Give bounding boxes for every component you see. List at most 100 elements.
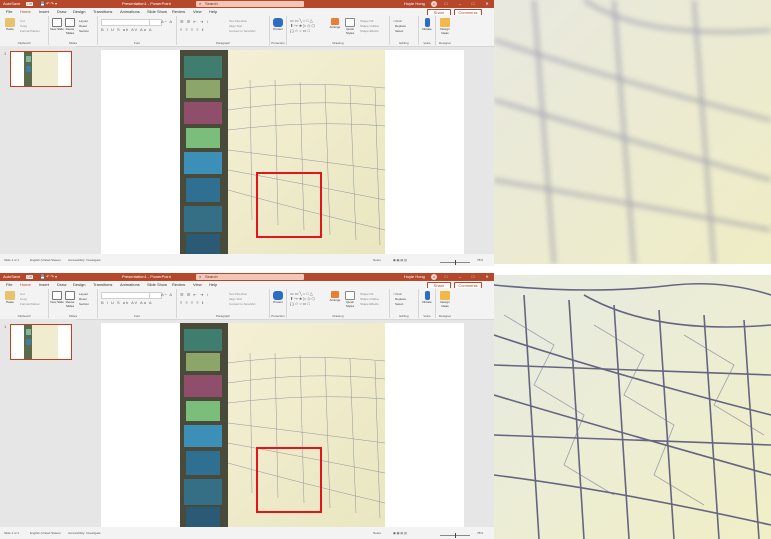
smartart-button[interactable]: Convert to SmartArt [229,29,256,33]
quick-access-icons[interactable]: 💾 ↶ ↷ ▾ [40,274,57,280]
smartart-button[interactable]: Convert to SmartArt [229,302,256,306]
reset-button[interactable]: Reset [79,24,87,28]
search-box[interactable]: ⌕ Search [196,274,304,280]
font-format-buttons[interactable]: B I U S ab AV Aa A [101,27,153,32]
paste-button[interactable]: Paste [3,291,17,311]
ribbon-display-icon[interactable]: □ [441,0,451,8]
zoomed-crop-bottom [494,275,771,539]
clipboard-group: Paste Cut Copy Format Painter Clipboard [0,16,49,45]
shape-effects-button[interactable]: Shape Effects [360,29,379,33]
close-icon[interactable]: ✕ [482,0,492,8]
design-ideas-button[interactable]: Design Ideas [438,18,452,38]
section-button[interactable]: Section [79,29,89,33]
layout-button[interactable]: Layout [79,292,88,296]
dictate-button[interactable]: Dictate [420,291,434,311]
language-status[interactable]: English (United States) [30,257,61,263]
find-label: Find [395,19,402,23]
maximize-icon[interactable]: □ [468,273,478,281]
user-name: Hoyle Hong [404,1,425,6]
arrange-button[interactable]: Arrange [328,291,342,311]
minimize-icon[interactable]: – [455,0,465,8]
cut-button[interactable]: Cut [20,19,25,23]
find-button[interactable]: ⌕ Find [393,19,401,23]
copy-button[interactable]: Copy [20,24,27,28]
reuse-slides-button[interactable]: Reuse Slides [63,18,77,38]
avatar[interactable]: H [431,274,437,280]
close-icon[interactable]: ✕ [482,273,492,281]
design-ideas-button[interactable]: Design Ideas [438,291,452,311]
font-size-buttons[interactable]: A^ A [161,19,173,24]
maximize-icon[interactable]: □ [468,0,478,8]
new-slide-button[interactable]: New Slide [50,291,64,311]
layout-button[interactable]: Layout [79,19,88,23]
font-format-buttons[interactable]: B I U S ab AV Aa A [101,300,153,305]
list-buttons[interactable]: ☰ ☰ ⇤ ⇥ ↕ [180,19,209,24]
arrange-button[interactable]: Arrange [328,18,342,38]
zoom-thumb[interactable] [455,260,456,265]
list-buttons[interactable]: ☰ ☰ ⇤ ⇥ ↕ [180,292,209,297]
copy-button[interactable]: Copy [20,297,27,301]
find-button[interactable]: ⌕ Find [393,292,401,296]
quick-styles-button[interactable]: Quick Styles [343,291,357,311]
protect-button[interactable]: Protect [271,18,285,38]
language-status[interactable]: English (United States) [30,530,61,536]
font-size-buttons[interactable]: A^ A [161,292,173,297]
section-button[interactable]: Section [79,302,89,306]
autosave-label[interactable]: AutoSave [3,1,20,7]
slide-thumbnail[interactable] [10,51,72,87]
protect-button[interactable]: Protect [271,291,285,311]
new-slide-button[interactable]: New Slide [50,18,64,38]
view-buttons[interactable]: ▣ ▦ ▤ ▥ [393,257,407,263]
accessibility-status[interactable]: Accessibility: Investigate [68,257,101,263]
select-button[interactable]: Select [395,302,403,306]
quick-styles-button[interactable]: Quick Styles [343,18,357,38]
quick-access-icons[interactable]: 💾 ↶ ↷ ▾ [40,1,57,7]
accessibility-status[interactable]: Accessibility: Investigate [68,530,101,536]
cut-button[interactable]: Cut [20,292,25,296]
align-text-button[interactable]: Align Text [229,297,242,301]
view-buttons[interactable]: ▣ ▦ ▤ ▥ [393,530,407,536]
notes-button[interactable]: Notes [373,530,381,536]
avatar[interactable]: H [431,1,437,7]
align-text-button[interactable]: Align Text [229,24,242,28]
zoom-thumb[interactable] [455,533,456,538]
text-direction-button[interactable]: Text Direction [229,19,247,23]
select-button[interactable]: Select [395,29,403,33]
ribbon-display-icon[interactable]: □ [441,273,451,281]
format-painter-button[interactable]: Format Painter [20,29,40,33]
shapes-gallery-icon[interactable]: ▭▭╲○□△ ⬆↪★▷◇⬡ {}☆○▭□ [290,291,324,309]
shape-fill-button[interactable]: Shape Fill [360,19,373,23]
autosave-label[interactable]: AutoSave [3,274,20,280]
zoom-level[interactable]: 78% [477,257,483,263]
shape-effects-button[interactable]: Shape Effects [360,302,379,306]
zoom-level[interactable]: 78% [477,530,483,536]
font-name-box[interactable] [101,292,150,299]
title-bar: AutoSave Off 💾 ↶ ↷ ▾ Presentation1 - Pow… [0,0,494,8]
reset-button[interactable]: Reset [79,297,87,301]
text-direction-button[interactable]: Text Direction [229,292,247,296]
minimize-icon[interactable]: – [455,273,465,281]
autosave-state[interactable]: Off [26,275,34,279]
replace-button[interactable]: Replace [395,24,406,28]
align-buttons[interactable]: ≡ ≡ ≡ ≡ ‖ [180,27,204,32]
align-buttons[interactable]: ≡ ≡ ≡ ≡ ‖ [180,300,204,305]
autosave-state[interactable]: Off [26,2,34,6]
shape-fill-button[interactable]: Shape Fill [360,292,373,296]
search-box[interactable]: ⌕ Search [196,1,304,7]
dictate-button[interactable]: Dictate [420,18,434,38]
thumbnail-number: 1 [4,51,7,56]
format-painter-button[interactable]: Format Painter [20,302,40,306]
shape-outline-button[interactable]: Shape Outline [360,24,379,28]
shapes-gallery-icon[interactable]: ▭▭╲○□△ ⬆↪★▷◇⬡ {}☆○▭□ [290,18,324,36]
dictate-icon [424,18,430,27]
reuse-slides-button[interactable]: Reuse Slides [63,291,77,311]
replace-button[interactable]: Replace [395,297,406,301]
slide-canvas[interactable] [101,50,464,254]
notes-button[interactable]: Notes [373,257,381,263]
voice-label: Voice [423,41,431,45]
font-name-box[interactable] [101,19,150,26]
slide-canvas[interactable] [101,323,464,527]
paste-button[interactable]: Paste [3,18,17,38]
shape-outline-button[interactable]: Shape Outline [360,297,379,301]
slide-thumbnail[interactable] [10,324,72,360]
